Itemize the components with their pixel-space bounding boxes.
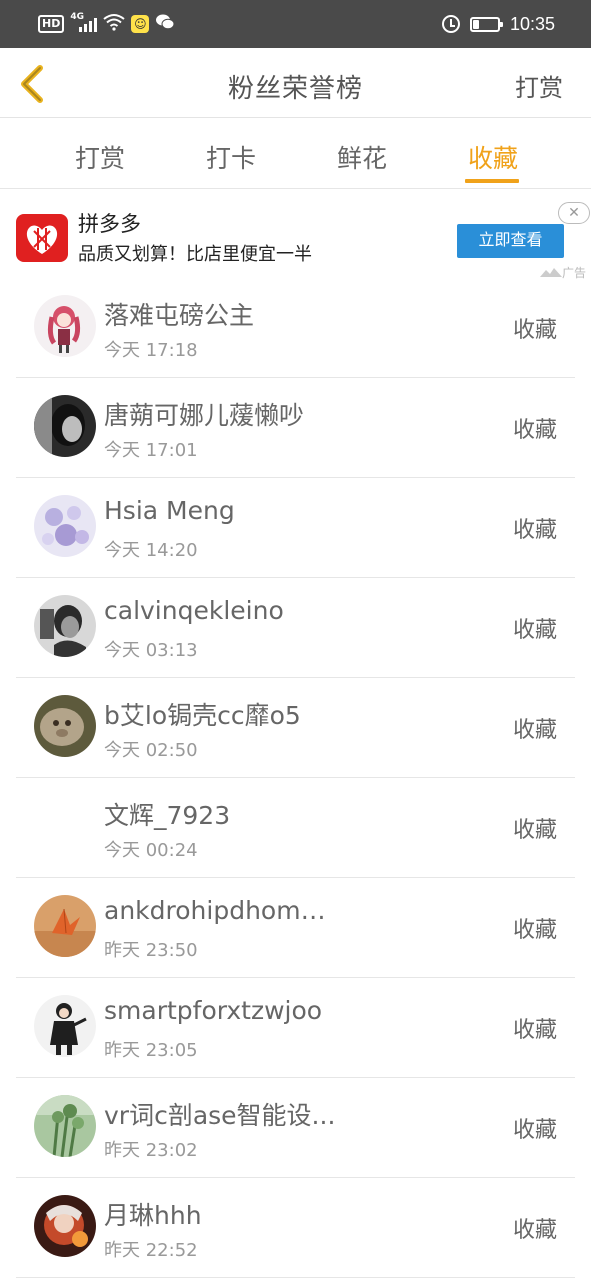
avatar[interactable] (34, 395, 96, 457)
favorite-time: 昨天 23:02 (104, 1140, 198, 1161)
status-bar: HD 4G ☺ 10:35 (0, 0, 591, 48)
favorite-time: 今天 17:18 (104, 340, 198, 361)
favorite-time: 今天 17:01 (104, 440, 198, 461)
tab-flowers[interactable]: 鲜花 (334, 139, 390, 175)
list-item[interactable]: calvinqekleino 今天 03:13 收藏 (0, 578, 591, 678)
favorite-label: 收藏 (512, 318, 557, 343)
status-right: 10:35 (441, 12, 555, 36)
list-item[interactable]: 落难屯磅公主 今天 17:18 收藏 (0, 278, 591, 378)
tab-reward[interactable]: 打赏 (72, 139, 128, 175)
favorite-label: 收藏 (512, 518, 557, 543)
list-item[interactable]: ankdrohipdhomm... 昨天 23:50 收藏 (0, 878, 591, 978)
header: 粉丝荣誉榜 打赏 (0, 48, 591, 118)
avatar[interactable] (34, 895, 96, 957)
favorite-label: 收藏 (512, 1018, 557, 1043)
avatar[interactable] (34, 695, 96, 757)
avatar[interactable] (34, 295, 96, 357)
hd-indicator: HD (38, 15, 65, 33)
avatar[interactable] (34, 595, 96, 657)
alarm-icon (441, 15, 460, 33)
list-item[interactable]: b艾lo锔壳cc靡o5 今天 02:50 收藏 (0, 678, 591, 778)
list-item[interactable]: Hsia Meng 今天 14:20 收藏 (0, 478, 591, 578)
battery-level (472, 19, 479, 29)
ad-title: 拼多多 (78, 212, 141, 236)
ad-mountain-icon (540, 268, 562, 277)
favorite-label: 收藏 (512, 1118, 557, 1143)
user-name: b艾lo锔壳cc靡o5 (104, 701, 301, 730)
network-type: 4G (70, 12, 84, 22)
favorites-list: 落难屯磅公主 今天 17:18 收藏 唐蒴可娜儿蕿懒吵 今天 17:01 收藏 … (0, 278, 591, 1278)
divider (16, 1277, 575, 1278)
list-item[interactable]: vr词c剖ase智能设... 昨天 23:02 收藏 (0, 1078, 591, 1178)
favorite-time: 昨天 23:05 (104, 1040, 198, 1061)
active-tab-indicator (465, 179, 519, 183)
user-name: Hsia Meng (104, 496, 235, 525)
favorite-label: 收藏 (512, 418, 557, 443)
avatar[interactable] (34, 995, 96, 1057)
pinduoduo-logo-icon (16, 214, 68, 262)
favorite-time: 今天 00:24 (104, 840, 198, 861)
page-title: 粉丝荣誉榜 (227, 74, 363, 104)
wifi-icon (103, 13, 125, 35)
ad-description: 品质又划算！比店里便宜一半 (78, 244, 312, 265)
signal-icon: 4G (70, 12, 98, 32)
user-name: vr词c剖ase智能设... (104, 1101, 336, 1130)
favorite-time: 昨天 23:50 (104, 940, 198, 961)
favorite-label: 收藏 (512, 918, 557, 943)
list-item[interactable]: smartpforxtzwjoo 昨天 23:05 收藏 (0, 978, 591, 1078)
favorite-label: 收藏 (512, 718, 557, 743)
favorite-label: 收藏 (512, 618, 557, 643)
list-item[interactable]: 月琳hhh 昨天 22:52 收藏 (0, 1178, 591, 1278)
ad-view-button[interactable]: 立即查看 (457, 224, 564, 258)
wechat-icon (155, 13, 175, 35)
close-icon[interactable]: ✕ (558, 202, 590, 224)
tab-favorites[interactable]: 收藏 (465, 139, 521, 175)
user-name: calvinqekleino (104, 596, 284, 625)
favorite-label: 收藏 (512, 1218, 557, 1243)
app-notification-icon: ☺ (131, 15, 150, 33)
list-item[interactable]: 唐蒴可娜儿蕿懒吵 今天 17:01 收藏 (0, 378, 591, 478)
favorite-time: 昨天 22:52 (104, 1240, 198, 1261)
user-name: 文辉_7923 (104, 801, 231, 830)
user-name: smartpforxtzwjoo (104, 996, 323, 1025)
avatar[interactable] (34, 1195, 96, 1257)
user-name: ankdrohipdhomm... (104, 896, 336, 925)
avatar[interactable] (34, 495, 96, 557)
favorite-time: 今天 14:20 (104, 540, 198, 561)
tab-checkin[interactable]: 打卡 (203, 139, 259, 175)
ad-banner[interactable]: 拼多多 品质又划算！比店里便宜一半 立即查看 ✕ 广告 (0, 190, 591, 280)
user-name: 落难屯磅公主 (104, 301, 255, 330)
battery-icon (469, 16, 503, 32)
reward-button[interactable]: 打赏 (515, 68, 563, 103)
status-left: HD 4G ☺ (38, 12, 175, 36)
avatar[interactable] (34, 1095, 96, 1157)
favorite-time: 今天 03:13 (104, 640, 198, 661)
tab-bar: 打赏 打卡 鲜花 收藏 (0, 119, 591, 189)
list-item[interactable]: 文辉_7923 今天 00:24 收藏 (0, 778, 591, 878)
user-name: 月琳hhh (104, 1201, 202, 1230)
clock: 10:35 (509, 13, 555, 34)
favorite-time: 今天 02:50 (104, 740, 198, 761)
favorite-label: 收藏 (512, 818, 557, 843)
user-name: 唐蒴可娜儿蕿懒吵 (104, 401, 305, 430)
